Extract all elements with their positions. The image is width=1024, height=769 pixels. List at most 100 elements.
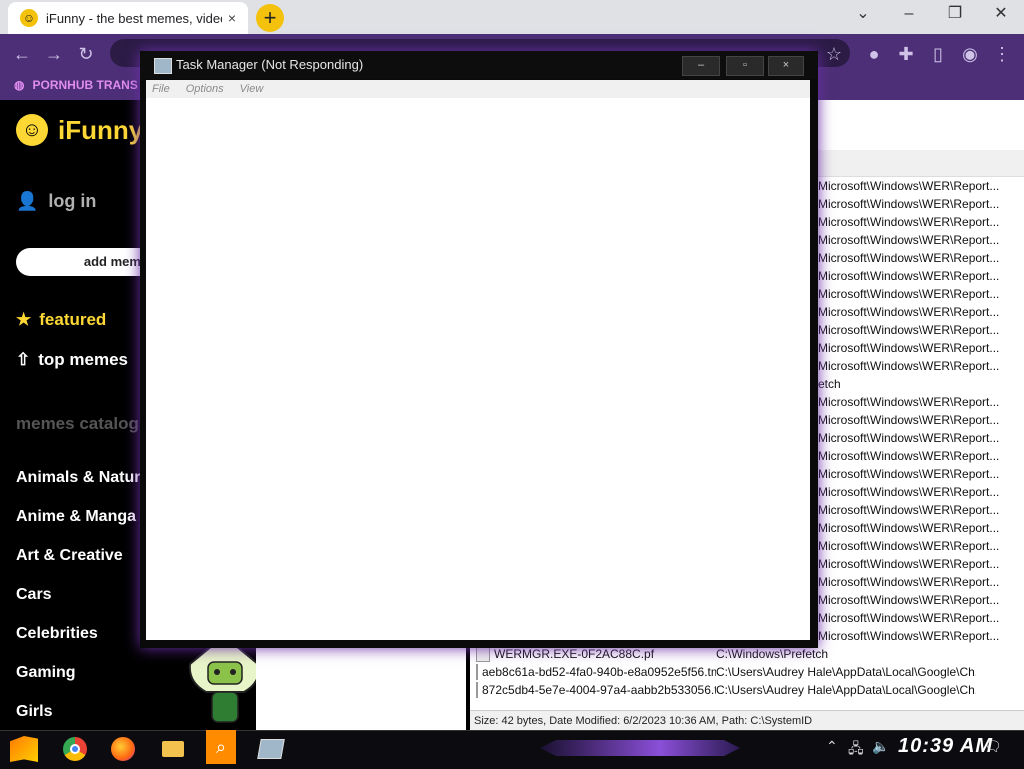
- tm-maximize-button[interactable]: ▫: [726, 56, 764, 76]
- forward-arrow-icon[interactable]: →: [42, 42, 66, 66]
- smiley-logo-icon: ☺: [16, 114, 48, 146]
- file-icon: [476, 646, 490, 662]
- explorer-row[interactable]: Microsoft\Windows\WER\Report...: [818, 231, 1024, 249]
- category-link[interactable]: Gaming: [16, 664, 76, 682]
- explorer-row[interactable]: Microsoft\Windows\WER\Report...: [818, 483, 1024, 501]
- login-label: log in: [48, 191, 97, 211]
- task-manager-titlebar[interactable]: Task Manager (Not Responding) – ▫ ×: [140, 51, 818, 79]
- explorer-row[interactable]: Microsoft\Windows\WER\Report...: [818, 519, 1024, 537]
- volume-icon[interactable]: 🔈: [872, 738, 889, 755]
- explorer-row[interactable]: Microsoft\Windows\WER\Report...: [818, 339, 1024, 357]
- taskbar-clock[interactable]: 10:39 AM: [898, 735, 993, 758]
- bookmark-label: PORNHUB TRANS: [32, 78, 138, 92]
- tm-close-button[interactable]: ×: [768, 56, 804, 76]
- login-link[interactable]: 👤 log in: [16, 191, 96, 212]
- account-avatar-icon[interactable]: ◉: [958, 42, 982, 66]
- profile-extension-icon[interactable]: ●: [862, 42, 886, 66]
- menu-options[interactable]: Options: [186, 80, 224, 98]
- explorer-row[interactable]: Microsoft\Windows\WER\Report...: [818, 627, 1024, 645]
- task-manager-taskbar-icon: [257, 739, 285, 759]
- task-manager-title: Task Manager (Not Responding): [176, 57, 364, 72]
- task-manager-icon: [154, 58, 172, 74]
- ifunny-logo[interactable]: ☺ iFunny: [16, 114, 143, 146]
- chrome-taskbar-button[interactable]: [60, 734, 90, 764]
- reload-icon[interactable]: ↻: [74, 42, 98, 66]
- explorer-row[interactable]: Microsoft\Windows\WER\Report...: [818, 195, 1024, 213]
- explorer-row[interactable]: Microsoft\Windows\WER\Report...: [818, 501, 1024, 519]
- firefox-icon: [111, 737, 135, 761]
- file-path: C:\Users\Audrey Hale\AppData\Local\Googl…: [716, 665, 976, 679]
- explorer-row[interactable]: Microsoft\Windows\WER\Report...: [818, 267, 1024, 285]
- back-arrow-icon[interactable]: ←: [10, 42, 34, 66]
- browser-tab[interactable]: ☺ iFunny - the best memes, videos ×: [8, 2, 248, 34]
- logo-text: iFunny: [58, 114, 144, 145]
- file-explorer-taskbar-button[interactable]: [158, 734, 188, 764]
- taskbar-decoration: [540, 740, 740, 756]
- nav-featured[interactable]: ★ featured: [16, 310, 106, 330]
- explorer-row[interactable]: Microsoft\Windows\WER\Report...: [818, 447, 1024, 465]
- file-name: 872c5db4-5e7e-4004-97a4-aabb2b533056.t..…: [482, 683, 716, 697]
- explorer-row[interactable]: Microsoft\Windows\WER\Report...: [818, 609, 1024, 627]
- explorer-row[interactable]: Microsoft\Windows\WER\Report...: [818, 321, 1024, 339]
- notification-icon[interactable]: 🗨: [984, 738, 1002, 755]
- nav-featured-label: featured: [39, 310, 107, 329]
- taskbar: [0, 730, 1024, 769]
- nav-top-memes[interactable]: ⇧ top memes: [16, 350, 128, 370]
- category-link[interactable]: Cars: [16, 586, 52, 604]
- explorer-row[interactable]: Microsoft\Windows\WER\Report...: [818, 177, 1024, 195]
- explorer-row[interactable]: Microsoft\Windows\WER\Report...: [818, 303, 1024, 321]
- explorer-status-bar: Size: 42 bytes, Date Modified: 6/2/2023 …: [470, 710, 1024, 730]
- network-icon[interactable]: 🖧: [848, 738, 864, 762]
- search-taskbar-button[interactable]: ⌕: [206, 730, 236, 764]
- nav-top-memes-label: top memes: [38, 350, 128, 369]
- explorer-row[interactable]: Microsoft\Windows\WER\Report...: [818, 357, 1024, 375]
- explorer-row[interactable]: Microsoft\Windows\WER\Report...: [818, 537, 1024, 555]
- table-row[interactable]: aeb8c61a-bd52-4fa0-940b-e8a0952e5f56.tm.…: [476, 663, 976, 681]
- explorer-row[interactable]: Microsoft\Windows\WER\Report...: [818, 249, 1024, 267]
- tab-title: iFunny - the best memes, videos: [46, 10, 222, 26]
- explorer-row[interactable]: etch: [818, 375, 1024, 393]
- search-icon: ⌕: [206, 730, 236, 764]
- explorer-row[interactable]: Microsoft\Windows\WER\Report...: [818, 411, 1024, 429]
- category-link[interactable]: Girls: [16, 703, 52, 721]
- task-manager-taskbar-button[interactable]: [256, 734, 286, 764]
- tm-minimize-button[interactable]: –: [682, 56, 720, 76]
- browser-close-icon[interactable]: ✕: [978, 0, 1024, 30]
- folder-icon: [162, 741, 184, 757]
- tab-search-chevron-icon[interactable]: ⌄: [840, 0, 886, 30]
- user-icon: 👤: [16, 191, 39, 211]
- explorer-row[interactable]: Microsoft\Windows\WER\Report...: [818, 213, 1024, 231]
- globe-icon: ◍: [14, 78, 25, 92]
- browser-menu-icon[interactable]: ⋮: [990, 42, 1014, 66]
- category-link[interactable]: Art & Creative: [16, 547, 123, 565]
- explorer-row[interactable]: Microsoft\Windows\WER\Report...: [818, 591, 1024, 609]
- menu-view[interactable]: View: [240, 80, 264, 98]
- explorer-row[interactable]: Microsoft\Windows\WER\Report...: [818, 573, 1024, 591]
- browser-restore-icon[interactable]: ❐: [932, 0, 978, 30]
- menu-file[interactable]: File: [152, 80, 170, 98]
- category-link[interactable]: Celebrities: [16, 625, 98, 643]
- bookmark-star-icon[interactable]: ☆: [822, 42, 846, 66]
- bookmark-item[interactable]: ◍ PORNHUB TRANS: [14, 78, 138, 92]
- category-link[interactable]: Anime & Manga: [16, 508, 136, 526]
- browser-minimize-icon[interactable]: –: [886, 0, 932, 30]
- explorer-row[interactable]: Microsoft\Windows\WER\Report...: [818, 285, 1024, 303]
- start-button[interactable]: [10, 736, 38, 762]
- table-row[interactable]: 872c5db4-5e7e-4004-97a4-aabb2b533056.t..…: [476, 681, 976, 699]
- new-tab-button[interactable]: +: [256, 4, 284, 32]
- explorer-row[interactable]: Microsoft\Windows\WER\Report...: [818, 465, 1024, 483]
- firefox-taskbar-button[interactable]: [108, 734, 138, 764]
- side-panel-icon[interactable]: ▯: [926, 42, 950, 66]
- task-manager-menubar: File Options View: [146, 80, 810, 98]
- extensions-puzzle-icon[interactable]: ✚: [894, 42, 918, 66]
- catalog-title: memes catalog: [16, 414, 139, 433]
- background-dialog: [256, 645, 466, 730]
- explorer-row[interactable]: Microsoft\Windows\WER\Report...: [818, 393, 1024, 411]
- explorer-row[interactable]: Microsoft\Windows\WER\Report...: [818, 429, 1024, 447]
- tab-close-icon[interactable]: ×: [222, 10, 242, 26]
- category-link[interactable]: Animals & Nature: [16, 469, 149, 487]
- explorer-row[interactable]: Microsoft\Windows\WER\Report...: [818, 555, 1024, 573]
- file-icon: [476, 682, 478, 698]
- ifunny-favicon-icon: ☺: [20, 9, 38, 27]
- tray-chevron-icon[interactable]: ⌃: [826, 738, 838, 755]
